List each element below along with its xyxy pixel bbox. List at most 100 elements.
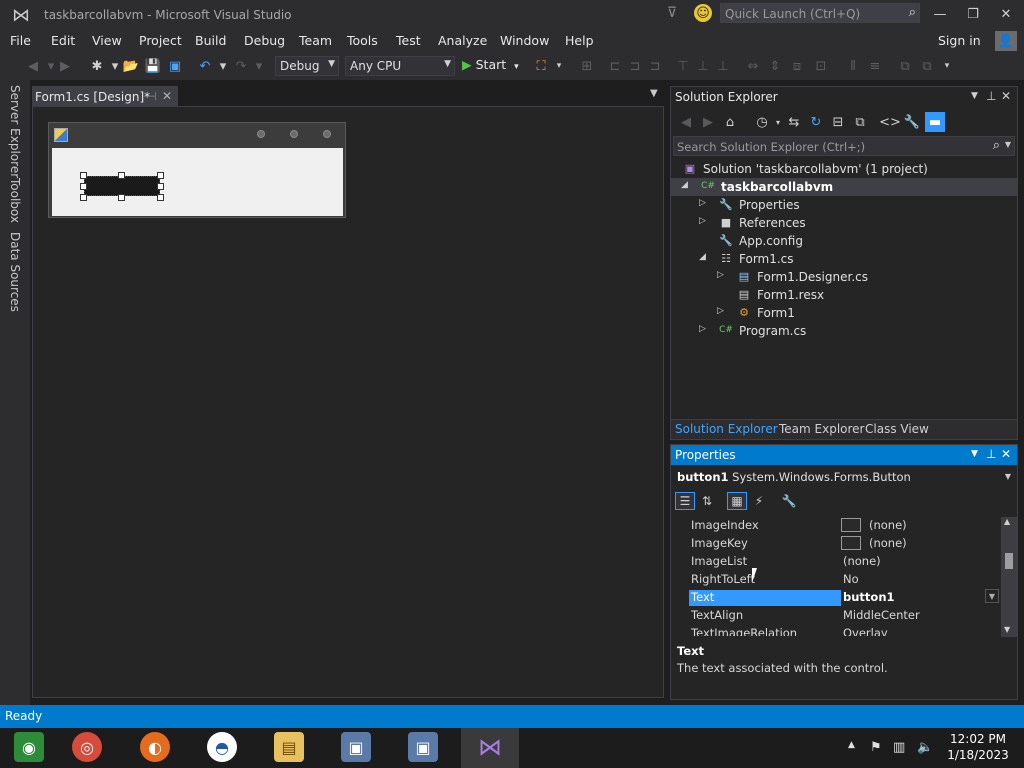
close-window-button[interactable]: ✕ [991, 4, 1021, 24]
sync-active-document-icon[interactable]: ⇆ [785, 114, 803, 130]
preview-selected-items-icon[interactable]: ▬ [925, 112, 945, 132]
taskbar-network-setup-2[interactable]: ▣ [394, 728, 452, 768]
resize-handle[interactable] [80, 194, 87, 201]
property-row[interactable]: ImageList (none) [671, 552, 1001, 570]
taskbar-firefox[interactable]: ◐ [126, 728, 184, 768]
categorized-icon[interactable]: ☰ [675, 492, 695, 510]
undo-dropdown-icon[interactable]: ▾ [214, 58, 232, 74]
horizontal-spacing-icon[interactable]: ⫴ [844, 58, 862, 74]
designer-form-window[interactable] [48, 122, 346, 218]
property-row[interactable]: ImageKey (none) [671, 534, 1001, 552]
resize-handle[interactable] [157, 194, 164, 201]
navigate-forward-icon[interactable]: ▶ [56, 58, 74, 74]
search-icon[interactable]: ⌕ [909, 5, 916, 20]
tab-toolbox[interactable]: Toolbox [8, 178, 22, 223]
tab-solution-explorer[interactable]: Solution Explorer [675, 422, 778, 436]
clock-time[interactable]: 12:02 PM [945, 732, 1011, 746]
tree-item-form1-designer[interactable]: ▷ ▤ Form1.Designer.cs [671, 268, 1017, 286]
menu-project[interactable]: Project [139, 33, 182, 48]
align-to-grid-icon[interactable]: ⊞ [578, 58, 596, 74]
network-icon[interactable]: ▥ [893, 740, 905, 755]
designer-button1[interactable] [84, 176, 160, 196]
account-avatar-icon[interactable]: 👤 [995, 31, 1017, 51]
close-tab-icon[interactable]: ✕ [162, 89, 172, 103]
menu-edit[interactable]: Edit [51, 33, 75, 48]
menu-window[interactable]: Window [500, 33, 549, 48]
close-panel-icon[interactable]: ✕ [1001, 89, 1011, 103]
navigate-back-icon[interactable]: ◀ [24, 58, 42, 74]
taskbar-obama[interactable]: ◓ [193, 728, 251, 768]
properties-scrollbar[interactable]: ▲ ▼ [1001, 517, 1017, 637]
collapsed-arrow-icon[interactable]: ▷ [699, 198, 706, 208]
refresh-icon[interactable]: ↻ [807, 114, 825, 130]
solution-search-input[interactable] [677, 139, 977, 154]
tab-server-explorer[interactable]: Server Explorer [8, 85, 22, 178]
taskbar-media-center[interactable]: ◉ [0, 728, 58, 768]
tree-item-solution[interactable]: ▣ Solution 'taskbarcollabvm' (1 project) [671, 160, 1017, 178]
property-row-selected[interactable]: Text button1 [671, 588, 1001, 606]
tree-item-properties[interactable]: ▷ 🔧 Properties [671, 196, 1017, 214]
tree-item-form1-class[interactable]: ▷ ⚙ Form1 [671, 304, 1017, 322]
property-row[interactable]: TextImageRelation Overlay [671, 624, 1001, 636]
align-bottoms-icon[interactable]: ⊥ [714, 58, 732, 74]
feedback-smiley-icon[interactable]: ☺ [694, 4, 712, 22]
redo-dropdown-icon[interactable]: ▾ [250, 58, 268, 74]
resize-handle[interactable] [157, 183, 164, 190]
make-same-width-icon[interactable]: ⇔ [744, 58, 762, 74]
scroll-down-icon[interactable]: ▼ [1004, 625, 1010, 634]
back-icon[interactable]: ◀ [677, 114, 695, 130]
solution-platform-dropdown[interactable]: Any CPU ▼ [345, 56, 455, 76]
toolbar-overflow-icon[interactable]: ▾ [938, 58, 956, 74]
align-rights-icon[interactable]: ⊐ [646, 58, 664, 74]
solution-configuration-dropdown[interactable]: Debug ▼ [275, 56, 339, 76]
document-tab-form1-design[interactable]: Form1.cs [Design]* ⊣ ✕ [32, 86, 178, 106]
open-file-icon[interactable]: 📂 [122, 58, 140, 74]
undo-icon[interactable]: ↶ [196, 58, 214, 74]
chevron-down-icon[interactable]: ▼ [1005, 472, 1011, 481]
save-all-icon[interactable]: ▣ [166, 58, 184, 74]
action-center-flag-icon[interactable]: ⚑ [870, 740, 882, 755]
collapsed-arrow-icon[interactable]: ▷ [717, 306, 724, 316]
expanded-arrow-icon[interactable]: ◢ [681, 180, 688, 190]
menu-help[interactable]: Help [565, 33, 594, 48]
scroll-up-icon[interactable]: ▲ [1004, 517, 1010, 526]
property-value[interactable]: button1 [843, 590, 895, 604]
collapsed-arrow-icon[interactable]: ▷ [699, 216, 706, 226]
scrollbar-thumb[interactable] [1005, 553, 1013, 569]
pin-icon[interactable]: ⊣ [147, 90, 157, 103]
show-all-files-icon[interactable]: ⧉ [851, 114, 869, 130]
chevron-down-icon[interactable]: ▼ [985, 589, 999, 603]
sign-in-link[interactable]: Sign in [938, 33, 981, 48]
resize-handle[interactable] [80, 172, 87, 179]
menu-debug[interactable]: Debug [244, 33, 285, 48]
show-hidden-icons-icon[interactable]: ▲ [848, 740, 855, 750]
resize-handle[interactable] [118, 172, 125, 179]
pin-icon[interactable]: ⊥ [986, 89, 996, 103]
volume-icon[interactable]: 🔈 [917, 740, 933, 755]
close-panel-icon[interactable]: ✕ [1001, 447, 1011, 461]
bring-to-front-icon[interactable]: ⧉ [896, 58, 914, 74]
menu-tools[interactable]: Tools [347, 33, 378, 48]
alphabetical-icon[interactable]: ⇅ [697, 492, 717, 510]
make-same-size-icon[interactable]: ⧈ [788, 58, 806, 74]
taskbar-chrome[interactable]: ◎ [58, 728, 116, 768]
start-debugging-button[interactable]: ▶ Start ▾ [462, 57, 519, 75]
property-pages-icon[interactable]: 🔧 [779, 492, 799, 510]
restore-button[interactable]: ❐ [958, 4, 988, 24]
menu-test[interactable]: Test [396, 33, 421, 48]
tab-team-explorer[interactable]: Team Explorer [779, 422, 865, 436]
solution-explorer-search[interactable]: ⌕ ▼ [673, 136, 1015, 156]
tree-item-app-config[interactable]: 🔧 App.config [671, 232, 1017, 250]
properties-view-icon[interactable]: ▦ [727, 492, 747, 510]
toolbar-overflow-icon[interactable]: ▾ [550, 58, 568, 74]
menu-view[interactable]: View [92, 33, 122, 48]
tree-item-references[interactable]: ▷ ■ References [671, 214, 1017, 232]
tree-item-project[interactable]: ◢ C# taskbarcollabvm [671, 178, 1017, 196]
align-tops-icon[interactable]: ⊤ [674, 58, 692, 74]
tree-item-program-cs[interactable]: ▷ C# Program.cs [671, 322, 1017, 340]
forward-icon[interactable]: ▶ [699, 114, 717, 130]
align-centers-icon[interactable]: ⊐ [626, 58, 644, 74]
form-client-area[interactable] [52, 148, 343, 216]
find-in-files-icon[interactable]: ⛶ [532, 58, 550, 74]
vertical-spacing-icon[interactable]: ≡ [866, 58, 884, 74]
